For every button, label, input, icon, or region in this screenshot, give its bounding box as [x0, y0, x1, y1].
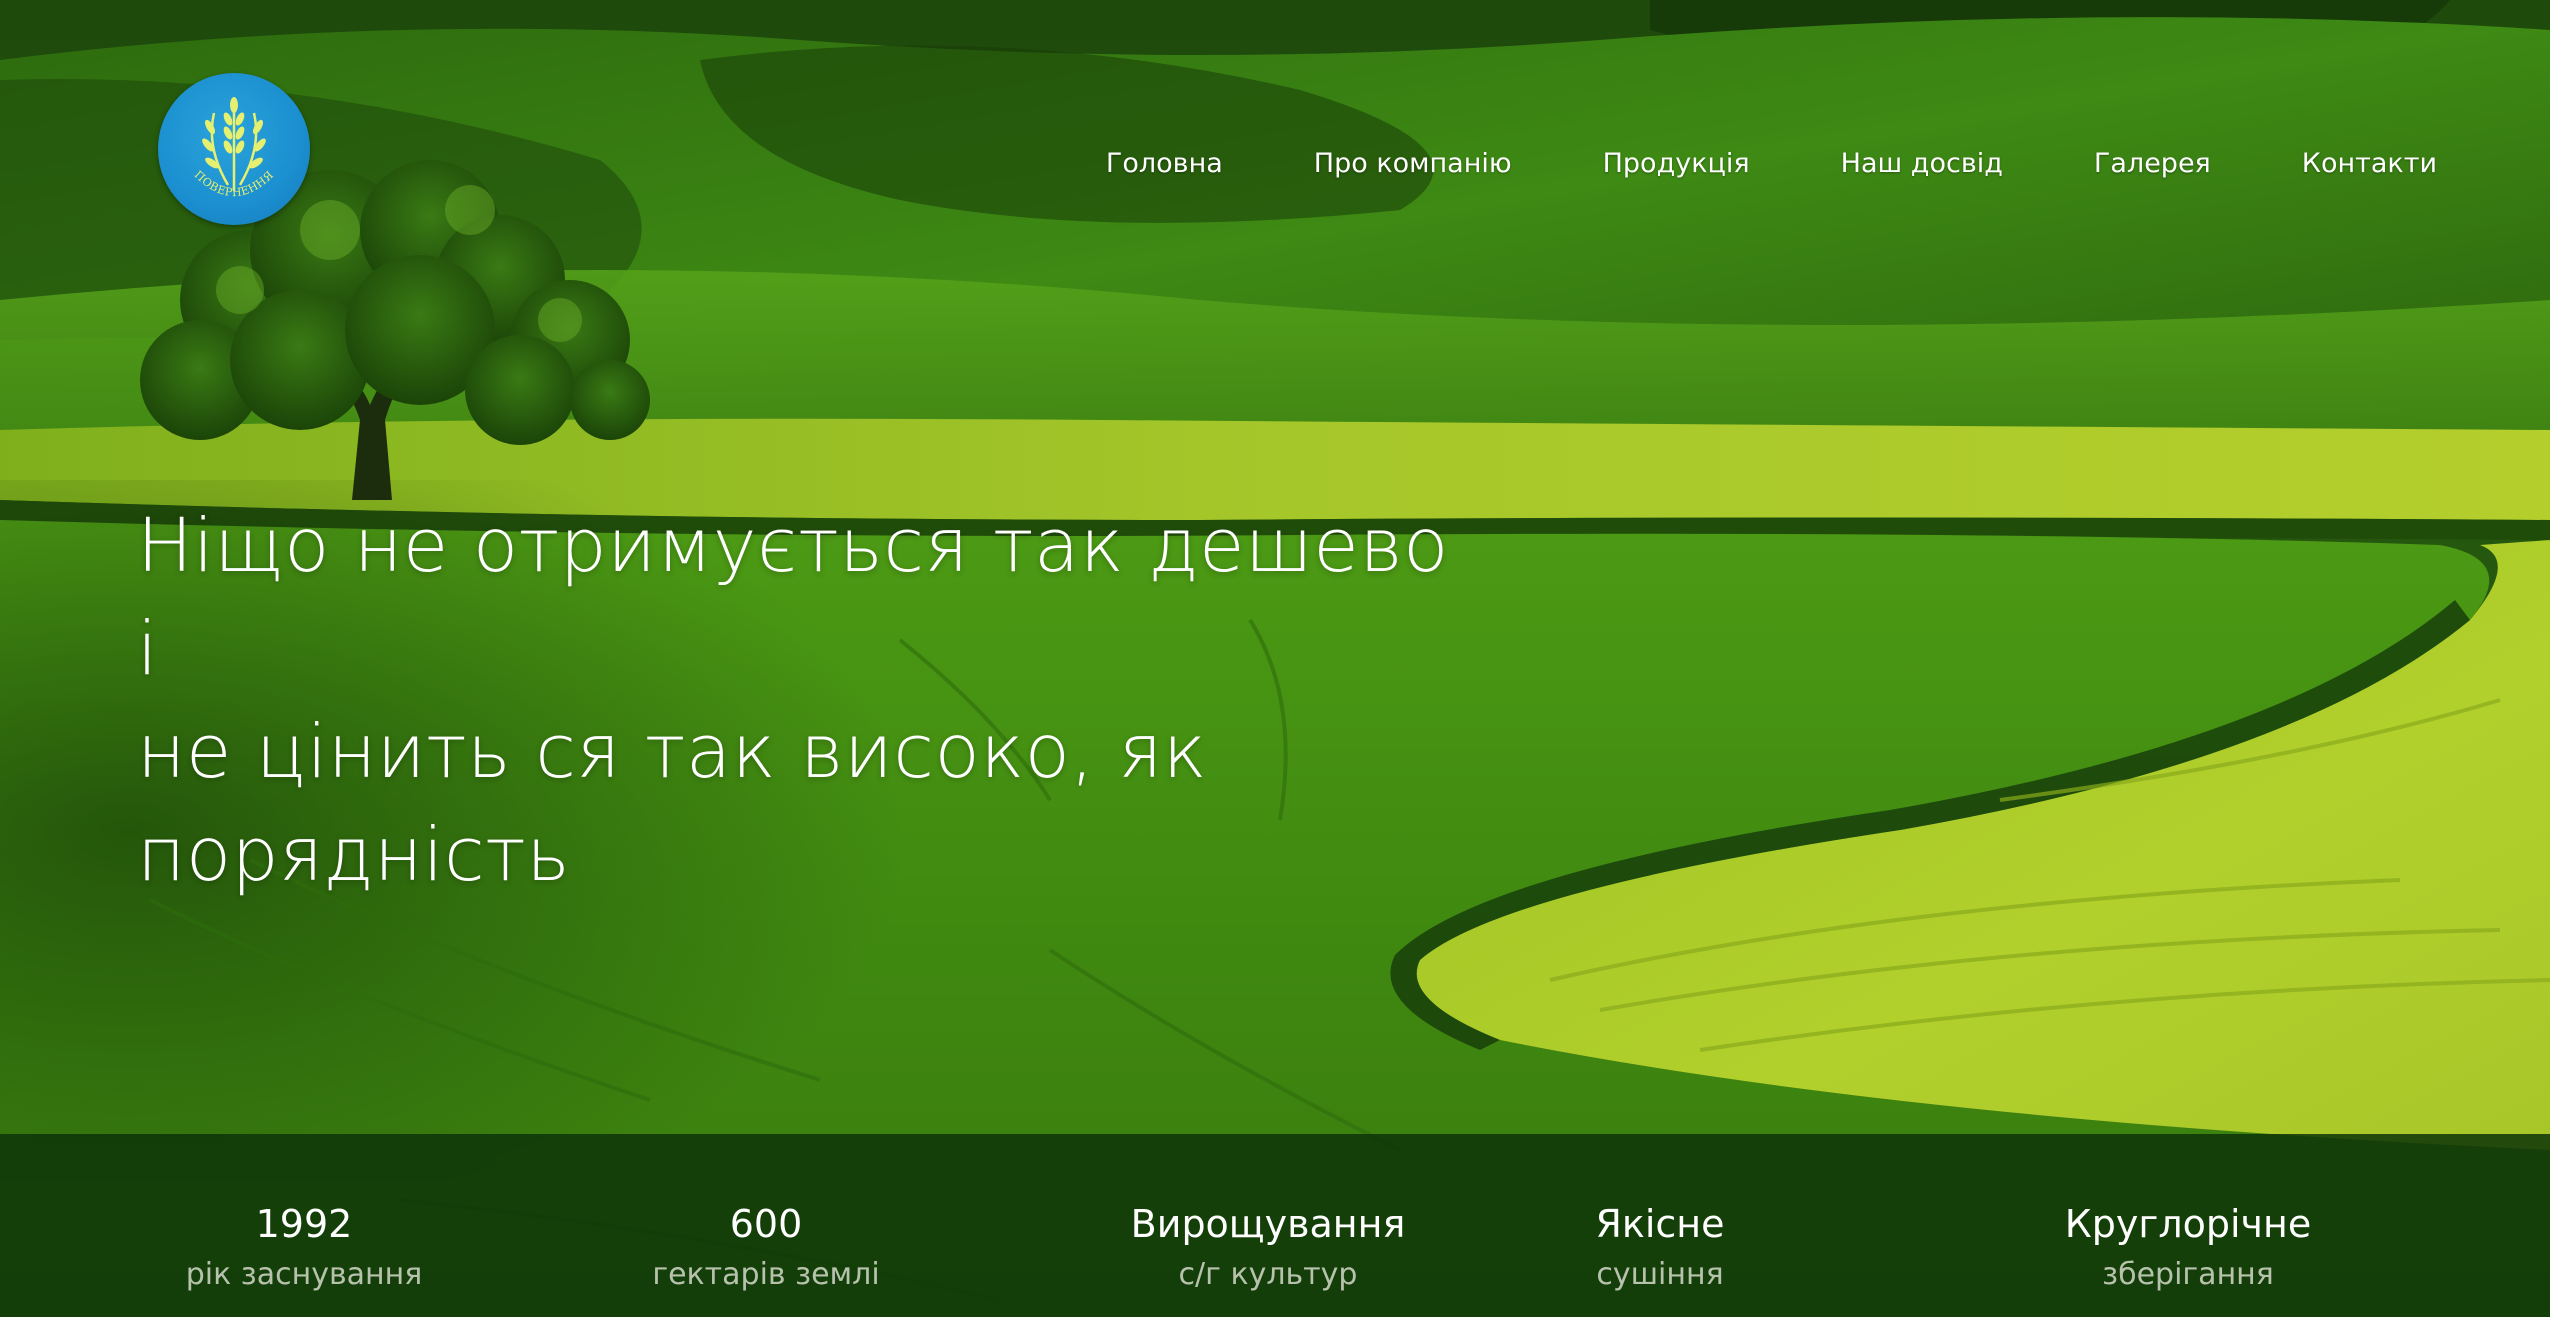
stat-label: сушіння [1596, 1257, 1724, 1292]
headline-line-2: не цінить ся так високо, як [137, 709, 1208, 795]
stat-value: 600 [729, 1202, 803, 1246]
nav-item-experience[interactable]: Наш досвід [1841, 148, 2003, 179]
main-nav: Головна Про компанію Продукція Наш досві… [1106, 148, 2437, 179]
stat-item-storage: Круглорічне зберігання [2065, 1202, 2311, 1292]
stat-item-founded: 1992 рік заснування [186, 1202, 423, 1292]
stat-value: Якісне [1595, 1202, 1725, 1246]
svg-text:ПОВЕРНЕННЯ: ПОВЕРНЕННЯ [192, 168, 277, 199]
stat-value: Вирощування [1130, 1202, 1406, 1246]
stats-bar: 1992 рік заснування 600 гектарів землі В… [0, 1134, 2550, 1317]
hero-headline: Ніщо не отримується так дешево і не ціни… [137, 495, 1467, 907]
stat-label: рік заснування [185, 1257, 423, 1292]
stat-item-drying: Якісне сушіння [1595, 1202, 1724, 1292]
nav-item-gallery[interactable]: Галерея [2094, 148, 2211, 179]
landing-page: ПОВЕРНЕННЯ Головна Про компанію Продукці… [0, 0, 2550, 1317]
stat-value: Круглорічне [2064, 1202, 2312, 1246]
nav-item-products[interactable]: Продукція [1603, 148, 1750, 179]
stat-label: с/г культур [1178, 1257, 1358, 1292]
nav-item-about[interactable]: Про компанію [1314, 148, 1512, 179]
logo-text: ПОВЕРНЕННЯ [192, 168, 276, 199]
headline-line-1: Ніщо не отримується так дешево і [137, 503, 1449, 692]
stat-item-cultivation: Вирощування с/г культур [1131, 1202, 1406, 1292]
headline-line-3: порядність [137, 812, 571, 898]
stat-label: гектарів землі [652, 1257, 880, 1292]
stat-label: зберігання [2102, 1257, 2274, 1292]
nav-item-home[interactable]: Головна [1106, 148, 1223, 179]
nav-item-contacts[interactable]: Контакти [2302, 148, 2437, 179]
stat-item-hectares: 600 гектарів землі [652, 1202, 879, 1292]
company-logo[interactable]: ПОВЕРНЕННЯ [158, 73, 310, 225]
stat-value: 1992 [255, 1202, 353, 1246]
